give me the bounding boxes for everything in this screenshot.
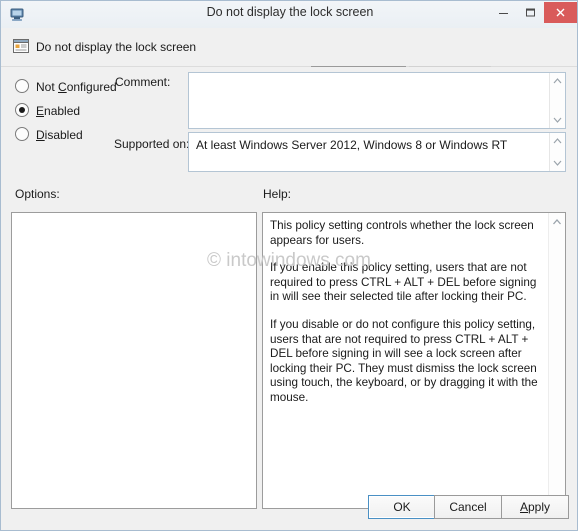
- minimize-button[interactable]: [490, 2, 517, 23]
- dialog-body: Not Configured Enabled Disabled Comment:…: [1, 67, 577, 530]
- help-panel: This policy setting controls whether the…: [262, 212, 566, 509]
- help-paragraph: If you disable or do not configure this …: [270, 317, 538, 404]
- close-button[interactable]: [544, 2, 577, 23]
- radio-enabled-indicator: [15, 103, 29, 117]
- radio-not-configured-label: Not Configured: [36, 80, 117, 94]
- supported-scroll-down-icon[interactable]: [550, 156, 565, 170]
- radio-not-configured-indicator: [15, 79, 29, 93]
- radio-disabled-label: Disabled: [36, 128, 83, 142]
- radio-disabled[interactable]: Disabled: [15, 127, 83, 142]
- help-paragraph: If you enable this policy setting, users…: [270, 261, 537, 304]
- help-scrollbar[interactable]: [548, 213, 565, 508]
- cancel-button[interactable]: Cancel: [434, 495, 502, 519]
- computer-icon: [9, 6, 26, 23]
- help-scroll-up-icon[interactable]: [549, 214, 565, 230]
- supported-scroll-up-icon[interactable]: [550, 134, 565, 148]
- help-paragraph: This policy setting controls whether the…: [270, 219, 534, 247]
- comment-scrollbar[interactable]: [549, 73, 565, 128]
- options-panel[interactable]: [11, 212, 257, 509]
- radio-not-configured[interactable]: Not Configured: [15, 79, 117, 94]
- radio-enabled-label: Enabled: [36, 104, 81, 118]
- radio-enabled[interactable]: Enabled: [15, 103, 80, 118]
- minimize-icon: [499, 13, 508, 14]
- comment-input[interactable]: [188, 72, 566, 129]
- policy-setting-icon: [12, 37, 30, 55]
- supported-on-value: At least Windows Server 2012, Windows 8 …: [196, 138, 508, 152]
- supported-on-scrollbar[interactable]: [549, 133, 565, 171]
- radio-disabled-indicator: [15, 127, 29, 141]
- comment-scroll-down-icon[interactable]: [550, 113, 565, 127]
- apply-accel: A: [519, 500, 528, 514]
- comment-label: Comment:: [115, 75, 171, 89]
- supported-on-field: At least Windows Server 2012, Windows 8 …: [188, 132, 566, 172]
- maximize-icon: [526, 8, 535, 17]
- help-text: This policy setting controls whether the…: [270, 219, 542, 406]
- comment-scroll-up-icon[interactable]: [550, 74, 565, 88]
- apply-label-rest: pply: [528, 500, 551, 514]
- policy-header: Do not display the lock screen Previous …: [1, 28, 577, 89]
- group-policy-setting-dialog: Do not display the lock screen Do not di…: [0, 0, 578, 531]
- close-icon: [556, 8, 565, 17]
- maximize-button[interactable]: [517, 2, 544, 23]
- supported-on-label: Supported on:: [114, 137, 190, 151]
- apply-button[interactable]: Apply: [501, 495, 569, 519]
- options-label: Options:: [15, 187, 60, 201]
- ok-button[interactable]: OK: [368, 495, 436, 519]
- help-label: Help:: [263, 187, 292, 201]
- policy-title: Do not display the lock screen: [36, 40, 197, 54]
- title-bar: Do not display the lock screen: [1, 1, 577, 29]
